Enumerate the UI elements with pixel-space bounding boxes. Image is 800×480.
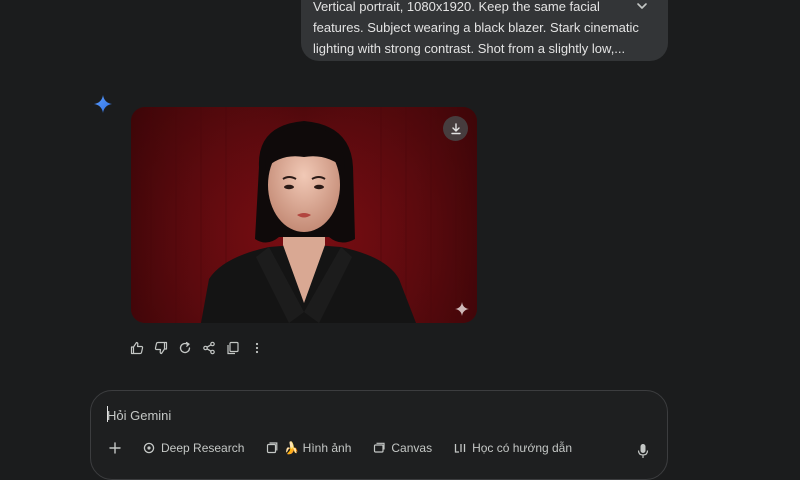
thumbs-down-icon[interactable] bbox=[153, 340, 169, 356]
canvas-button[interactable]: Canvas bbox=[373, 441, 432, 455]
image-tool-button[interactable]: 🍌 Hình ảnh bbox=[266, 441, 351, 455]
user-prompt-bubble: Vertical portrait, 1080x1920. Keep the s… bbox=[301, 0, 668, 61]
plus-icon bbox=[109, 442, 121, 454]
add-attachment-button[interactable] bbox=[109, 442, 121, 454]
prompt-line: Vertical portrait, 1080x1920. Keep the s… bbox=[313, 0, 600, 14]
deep-research-label: Deep Research bbox=[161, 441, 245, 455]
copy-icon[interactable] bbox=[225, 340, 241, 356]
thumbs-up-icon[interactable] bbox=[129, 340, 145, 356]
prompt-composer: Deep Research 🍌 Hình ảnh Canvas Học có h… bbox=[90, 390, 668, 480]
generated-portrait-image[interactable] bbox=[131, 107, 477, 323]
canvas-icon bbox=[374, 442, 385, 453]
gemini-spark-icon bbox=[94, 95, 112, 113]
guided-learning-icon bbox=[454, 444, 466, 453]
prompt-line: lighting with strong contrast. Shot from… bbox=[313, 41, 626, 56]
chevron-down-icon[interactable] bbox=[634, 0, 650, 14]
more-options-icon[interactable] bbox=[249, 340, 265, 356]
microphone-icon[interactable] bbox=[637, 443, 649, 459]
guided-learning-button[interactable]: Học có hướng dẫn bbox=[454, 441, 572, 455]
regenerate-icon[interactable] bbox=[177, 340, 193, 356]
guided-learning-label: Học có hướng dẫn bbox=[472, 441, 573, 455]
deep-research-icon bbox=[143, 442, 155, 454]
response-actions bbox=[129, 339, 265, 357]
share-icon[interactable] bbox=[201, 340, 217, 356]
composer-toolbar: Deep Research 🍌 Hình ảnh Canvas Học có h… bbox=[109, 441, 572, 455]
prompt-line: features. Subject wearing a black blazer… bbox=[313, 20, 639, 35]
download-icon[interactable] bbox=[443, 116, 468, 141]
image-tool-label: 🍌 Hình ảnh bbox=[284, 441, 352, 455]
text-cursor bbox=[107, 406, 108, 422]
sparkle-watermark-icon bbox=[455, 302, 469, 316]
prompt-input[interactable] bbox=[107, 405, 627, 425]
image-icon bbox=[267, 442, 278, 454]
deep-research-button[interactable]: Deep Research bbox=[143, 441, 244, 455]
canvas-label: Canvas bbox=[391, 441, 433, 455]
